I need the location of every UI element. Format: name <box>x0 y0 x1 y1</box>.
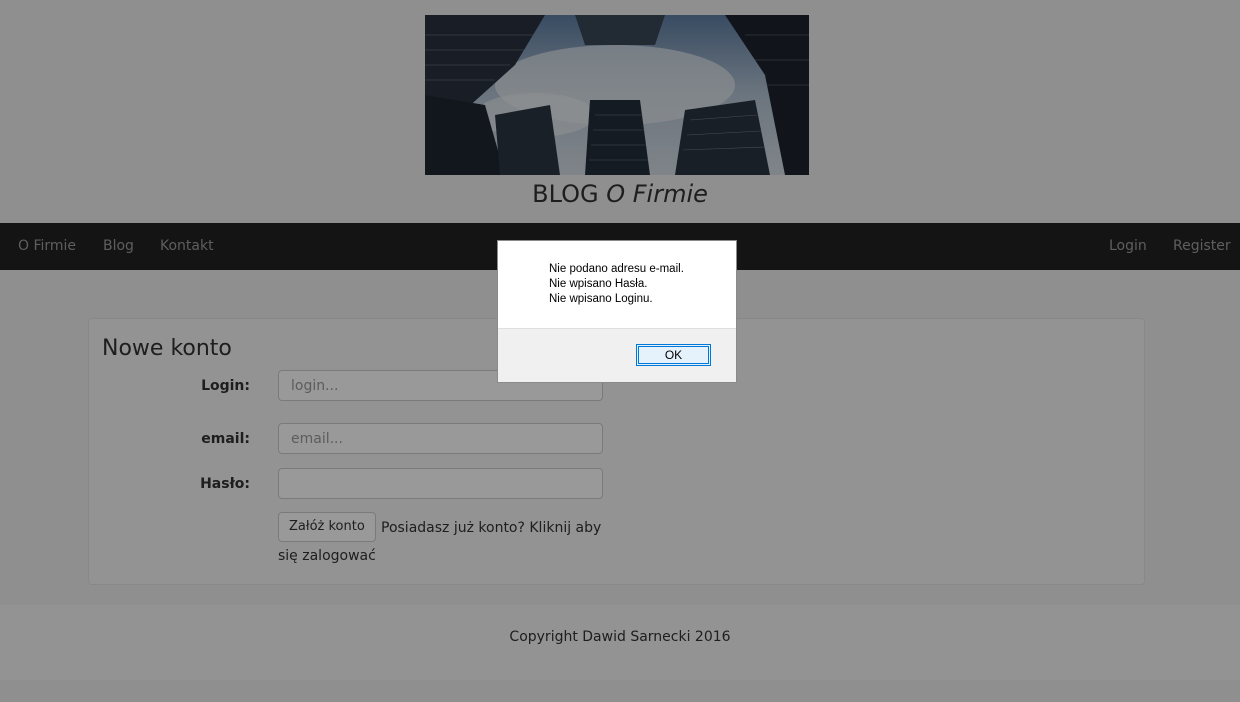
alert-message: Nie podano adresu e-mail. Nie wpisano Ha… <box>549 262 684 307</box>
alert-dialog: Nie podano adresu e-mail. Nie wpisano Ha… <box>497 240 737 383</box>
alert-line-password: Nie wpisano Hasła. <box>549 278 648 290</box>
alert-line-email: Nie podano adresu e-mail. <box>549 263 684 275</box>
ok-button[interactable]: OK <box>636 344 711 366</box>
alert-line-login: Nie wpisano Loginu. <box>549 293 653 305</box>
